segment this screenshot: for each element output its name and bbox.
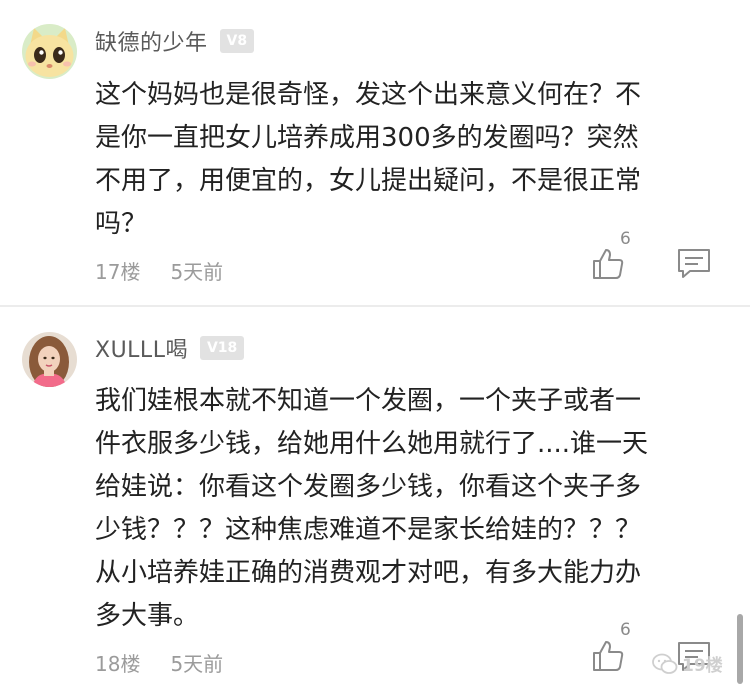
watermark-text: 19楼 [682, 656, 723, 676]
reply-button[interactable] [676, 247, 712, 281]
level-badge: V8 [219, 29, 255, 53]
floor-number: 17楼 [95, 260, 141, 284]
comment-meta: 18楼 5天前 [95, 648, 223, 677]
comment-text: 我们娃根本就不知道一个发圈，一个夹子或者一 件衣服多少钱，给她用什么她用就行了.… [95, 386, 649, 631]
like-count: 6 [620, 620, 631, 640]
scrollbar-thumb[interactable] [737, 614, 743, 684]
like-button[interactable] [590, 246, 626, 282]
comment-text: 这个妈妈也是很奇怪，发这个出来意义何在？不 是你一直把女儿培养成用300多的发圈… [95, 80, 642, 239]
username[interactable]: XULLL喝 [95, 332, 188, 364]
wechat-icon [652, 653, 678, 674]
comment-header: 缺德的少年 V8 [95, 24, 255, 58]
woman-photo-icon [22, 332, 77, 387]
user-avatar[interactable] [22, 24, 77, 79]
like-button[interactable] [590, 638, 626, 674]
comment-time: 5天前 [170, 260, 224, 284]
comment-meta: 17楼 5天前 [95, 256, 223, 285]
watermark: 19楼 [652, 651, 723, 676]
username[interactable]: 缺德的少年 [95, 25, 208, 57]
user-avatar[interactable] [22, 332, 77, 387]
comment-bubble-icon [678, 249, 710, 278]
comment-time: 5天前 [170, 652, 224, 676]
thumbs-up-icon [593, 249, 624, 279]
comment-item: XULLL喝 V18 我们娃根本就不知道一个发圈，一个夹子或者一 件衣服多少钱，… [0, 307, 750, 697]
level-badge: V18 [199, 336, 245, 360]
comment-item: 缺德的少年 V8 这个妈妈也是很奇怪，发这个出来意义何在？不 是你一直把女儿培养… [0, 0, 750, 306]
thumbs-up-icon [593, 641, 624, 671]
cartoon-cat-icon [22, 24, 77, 79]
comment-header: XULLL喝 V18 [95, 331, 245, 365]
floor-number: 18楼 [95, 652, 141, 676]
